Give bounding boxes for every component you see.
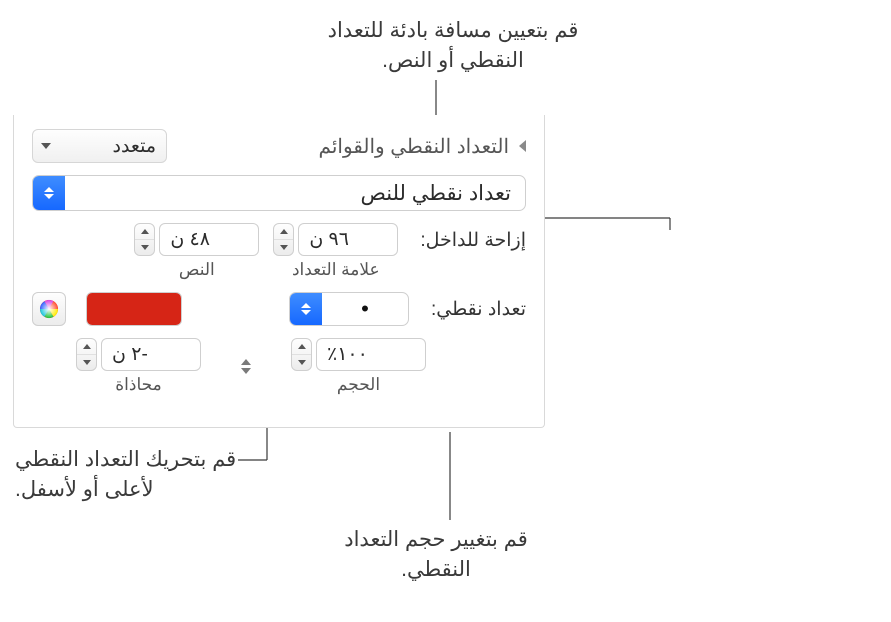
callout-move-bullet: قم بتحريك التعداد النقطي لأعلى أو لأسفل.	[15, 445, 240, 506]
popup-stepper-icon	[290, 293, 322, 325]
text-indent-caption: النص	[179, 260, 215, 280]
bullet-indent-field[interactable]: ٩٦ ن	[298, 223, 398, 256]
bullet-glyph-label: تعداد نقطي:	[431, 298, 526, 321]
bullet-indent-stepper[interactable]	[273, 223, 294, 256]
text-indent-field[interactable]: ٤٨ ن	[159, 223, 259, 256]
bullet-align-field[interactable]: -٢ ن	[101, 338, 201, 371]
text-indent-stepper[interactable]	[134, 223, 155, 256]
bullet-align-stepper[interactable]	[76, 338, 97, 371]
callout-resize-bullet: قم بتغيير حجم التعداد النقطي.	[316, 525, 556, 586]
bullet-glyph-value: •	[322, 296, 408, 322]
color-wheel-button[interactable]	[32, 292, 66, 326]
bullets-lists-panel: التعداد النقطي والقوائم متعدد تعداد نقطي…	[13, 115, 545, 428]
popup-stepper-icon	[33, 176, 65, 210]
bullet-glyph-popup[interactable]: •	[289, 292, 409, 326]
align-vertical-icon	[235, 356, 257, 378]
bullet-size-stepper[interactable]	[291, 338, 312, 371]
bullet-type-value: تعداد نقطي للنص	[65, 181, 525, 206]
color-wheel-icon	[38, 298, 60, 320]
indent-label: إزاحة للداخل:	[420, 229, 526, 252]
bullet-size-caption: الحجم	[337, 375, 380, 395]
list-style-popup[interactable]: متعدد	[32, 129, 167, 163]
chevron-left-icon[interactable]	[519, 140, 526, 152]
bullet-size-field[interactable]: ١٠٠٪	[316, 338, 426, 371]
bullet-color-swatch[interactable]	[86, 292, 182, 326]
chevron-down-icon	[41, 143, 51, 149]
list-style-value: متعدد	[112, 135, 156, 158]
bullet-type-popup[interactable]: تعداد نقطي للنص	[32, 175, 526, 211]
callout-indent: قم بتعيين مسافة بادئة للتعداد النقطي أو …	[293, 16, 613, 77]
bullet-align-caption: محاذاة	[115, 375, 161, 395]
section-title: التعداد النقطي والقوائم	[167, 134, 509, 159]
color-fill	[87, 293, 181, 325]
bullet-indent-caption: علامة التعداد	[292, 260, 380, 280]
